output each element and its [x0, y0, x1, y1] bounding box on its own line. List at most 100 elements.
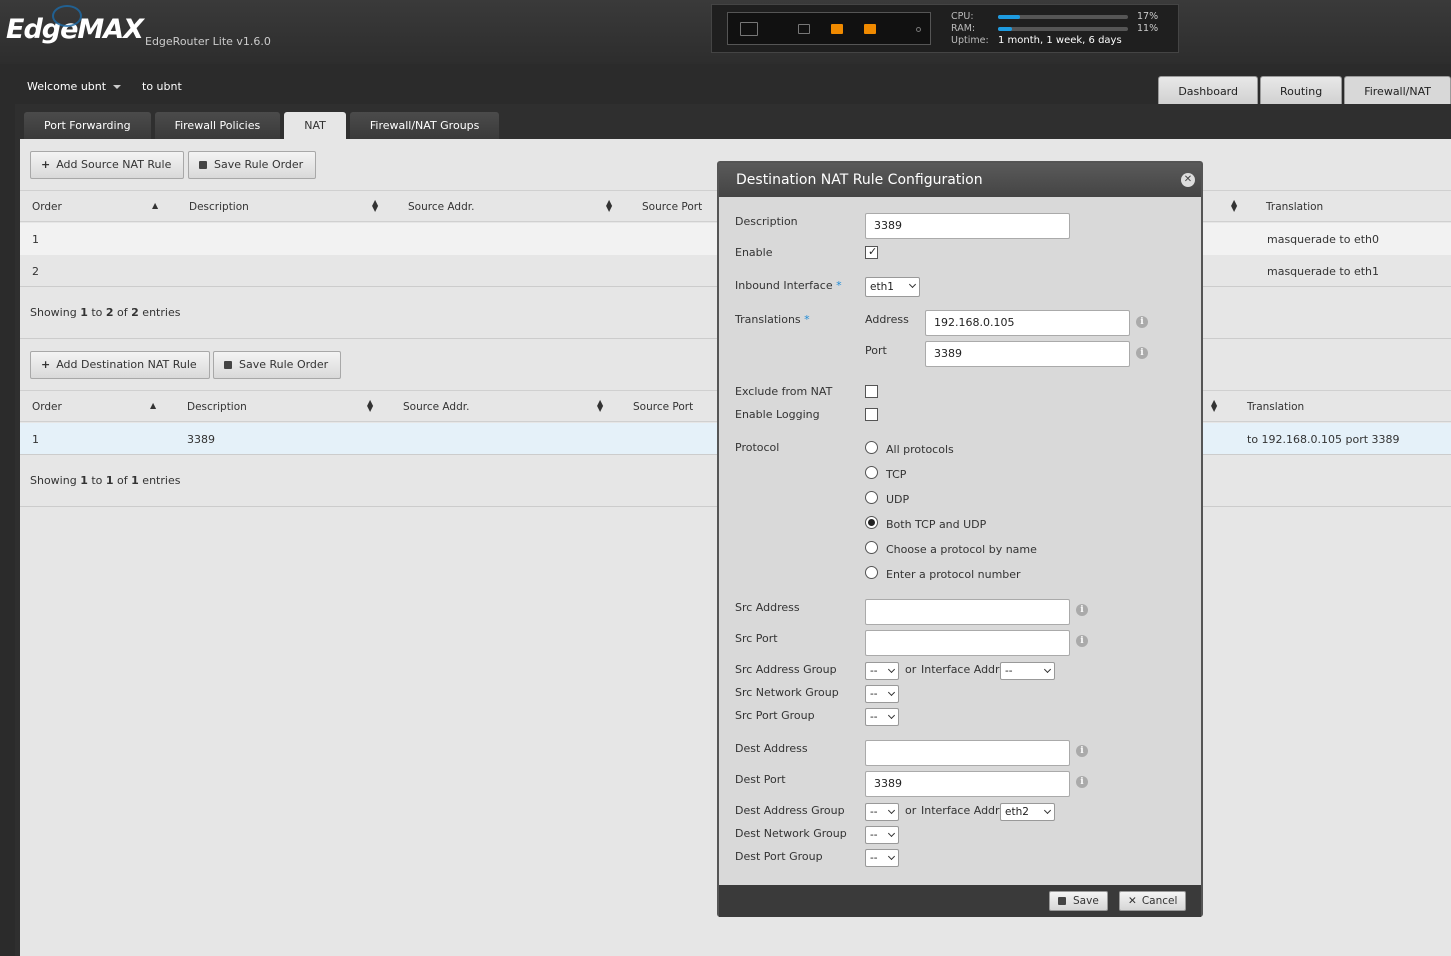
col-description[interactable]: Description [189, 201, 249, 213]
plus-icon: + [41, 158, 51, 171]
dest-port-input[interactable]: 3389 [865, 771, 1070, 797]
save-button[interactable]: Save [1049, 891, 1108, 911]
subtab-nat[interactable]: NAT [284, 112, 346, 139]
src-port-group-label: Src Port Group [735, 709, 815, 722]
radio-label: Enter a protocol number [886, 568, 1021, 581]
tab-firewall-nat[interactable]: Firewall/NAT [1344, 76, 1451, 106]
dest-network-group-label: Dest Network Group [735, 827, 847, 840]
info-icon[interactable]: i [1076, 635, 1088, 647]
radio-udp[interactable] [865, 491, 878, 504]
enable-label: Enable [735, 246, 773, 259]
info-icon[interactable]: i [1076, 745, 1088, 757]
enable-logging-label: Enable Logging [735, 408, 820, 421]
edgemax-logo: EdgeMAX [6, 5, 144, 45]
dest-port-group-label: Dest Port Group [735, 850, 823, 863]
user-menu[interactable]: Welcome ubnt [27, 80, 122, 93]
radio-label: Choose a protocol by name [886, 543, 1037, 556]
col-translation[interactable]: Translation [1266, 201, 1323, 213]
dest-port-group-select[interactable]: -- [865, 849, 899, 867]
cell-translation: to 192.168.0.105 port 3389 [1247, 433, 1400, 446]
dest-network-group-select[interactable]: -- [865, 826, 899, 844]
or-text: or [905, 663, 917, 676]
tab-routing[interactable]: Routing [1260, 76, 1343, 106]
subtab-firewall-nat-groups[interactable]: Firewall/NAT Groups [349, 112, 500, 139]
dest-address-input[interactable] [865, 740, 1070, 766]
dialog-footer: Save ✕ Cancel [719, 885, 1201, 917]
chevron-down-icon [887, 806, 896, 815]
user-bar: Welcome ubnt to ubnt Dashboard Routing F… [0, 64, 1451, 106]
info-icon[interactable]: i [1076, 776, 1088, 788]
sort-icon: ▲ ▼ [372, 198, 379, 213]
chevron-down-icon [1043, 665, 1052, 674]
col-source-addr[interactable]: Source Addr. [408, 201, 474, 213]
sort-icon: ▲ ▼ [367, 398, 374, 413]
inbound-interface-select[interactable]: eth1 [865, 277, 920, 297]
save-icon [199, 161, 207, 169]
translation-address-input[interactable]: 192.168.0.105 [925, 310, 1130, 336]
interface-addr-label: Interface Addr [921, 804, 1000, 817]
system-status-panel: CPU: 17% RAM: 11% Uptime: 1 month, 1 wee… [711, 4, 1179, 53]
enable-checkbox[interactable]: ✓ [865, 245, 878, 259]
col-order[interactable]: Order [32, 201, 62, 213]
cpu-bar [998, 15, 1128, 19]
col-translation[interactable]: Translation [1247, 401, 1304, 413]
top-bar: EdgeMAX EdgeRouter Lite v1.6.0 CPU: 17% … [0, 0, 1451, 64]
radio-label: TCP [886, 468, 907, 481]
subtab-firewall-policies[interactable]: Firewall Policies [154, 112, 281, 139]
port-status [727, 12, 931, 45]
info-icon[interactable]: i [1136, 347, 1148, 359]
col-description[interactable]: Description [187, 401, 247, 413]
save-source-rule-order-button[interactable]: Save Rule Order [188, 151, 317, 179]
col-source-addr[interactable]: Source Addr. [403, 401, 469, 413]
src-address-input[interactable] [865, 599, 1070, 625]
sort-icon: ▲ ▼ [1231, 198, 1238, 213]
sort-asc-icon: ▲ [152, 201, 159, 210]
src-port-input[interactable] [865, 630, 1070, 656]
src-address-group-select[interactable]: -- [865, 662, 899, 680]
dialog-header: Destination NAT Rule Configuration ✕ [719, 163, 1201, 197]
subtab-port-forwarding[interactable]: Port Forwarding [24, 112, 151, 139]
protocol-label: Protocol [735, 441, 780, 454]
src-interface-addr-select[interactable]: -- [1000, 662, 1055, 680]
cell-translation: masquerade to eth1 [1267, 265, 1380, 278]
radio-both-tcp-udp[interactable] [865, 516, 878, 529]
enable-logging-checkbox[interactable] [865, 408, 878, 421]
col-order[interactable]: Order [32, 401, 62, 413]
save-rule-order-label: Save Rule Order [214, 158, 304, 171]
cell-order: 1 [32, 433, 39, 446]
col-source-port[interactable]: Source Port [642, 201, 702, 213]
sort-icon: ▲ ▼ [597, 398, 604, 413]
led-icon [916, 27, 921, 32]
cpu-label: CPU: [951, 11, 974, 22]
radio-tcp[interactable] [865, 466, 878, 479]
eth0-port-icon [798, 24, 810, 34]
cancel-button[interactable]: ✕ Cancel [1119, 891, 1187, 911]
ram-label: RAM: [951, 23, 976, 34]
translations-label: Translations * [735, 313, 810, 326]
dest-interface-addr-select[interactable]: eth2 [1000, 803, 1055, 821]
radio-protocol-by-name[interactable] [865, 541, 878, 554]
tab-dashboard[interactable]: Dashboard [1158, 76, 1258, 106]
info-icon[interactable]: i [1076, 604, 1088, 616]
dest-port-label: Dest Port [735, 773, 786, 786]
chevron-down-icon [887, 711, 896, 720]
info-icon[interactable]: i [1136, 316, 1148, 328]
console-port-icon [740, 22, 758, 36]
description-input[interactable]: 3389 [865, 213, 1070, 239]
src-network-group-select[interactable]: -- [865, 685, 899, 703]
exclude-from-nat-label: Exclude from NAT [735, 385, 833, 398]
add-source-nat-rule-button[interactable]: + Add Source NAT Rule [30, 151, 185, 179]
exclude-from-nat-checkbox[interactable] [865, 385, 878, 398]
ram-value: 11% [1137, 23, 1159, 34]
col-source-port[interactable]: Source Port [633, 401, 693, 413]
radio-protocol-number[interactable] [865, 566, 878, 579]
translation-port-input[interactable]: 3389 [925, 341, 1130, 367]
src-port-group-select[interactable]: -- [865, 708, 899, 726]
close-icon[interactable]: ✕ [1181, 173, 1195, 187]
cell-description: 3389 [187, 433, 215, 446]
dest-address-group-select[interactable]: -- [865, 803, 899, 821]
add-destination-nat-rule-button[interactable]: + Add Destination NAT Rule [30, 351, 210, 379]
radio-all-protocols[interactable] [865, 441, 878, 454]
save-dest-rule-order-button[interactable]: Save Rule Order [213, 351, 342, 379]
add-source-nat-rule-label: Add Source NAT Rule [56, 158, 172, 171]
